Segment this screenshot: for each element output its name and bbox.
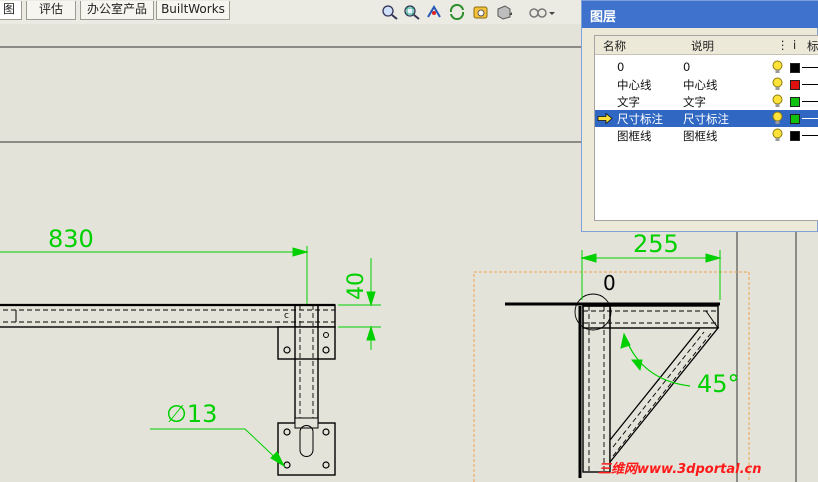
zoom-area-icon[interactable]: [403, 4, 421, 20]
rotate-icon[interactable]: [448, 4, 466, 20]
layer-row-text[interactable]: 文字 文字: [595, 93, 818, 110]
line-style[interactable]: [802, 101, 818, 102]
lightbulb-icon[interactable]: [771, 128, 784, 143]
layers-title-bar[interactable]: 图层: [582, 1, 818, 28]
tab-evaluate[interactable]: 评估: [26, 1, 76, 20]
layer-name: 中心线: [617, 78, 652, 92]
dimension-830[interactable]: 830: [48, 225, 94, 253]
layers-panel: 图层 名称 说明 ⋮ i 标 0 0 中心线 中心线 文字 文字 尺寸标注 尺寸…: [581, 0, 818, 232]
layer-color-swatch[interactable]: [790, 63, 800, 73]
svg-text:c: c: [284, 311, 289, 321]
header-col4[interactable]: 标: [807, 38, 818, 54]
layer-desc: 文字: [683, 95, 706, 109]
layer-color-swatch[interactable]: [790, 114, 800, 124]
watermark: 三维网www.3dportal.cn: [598, 462, 762, 477]
layers-header: 名称 说明 ⋮ i 标: [595, 36, 818, 55]
line-style[interactable]: [802, 118, 818, 119]
layer-desc: 0: [683, 60, 691, 74]
line-style[interactable]: [802, 135, 818, 136]
line-style[interactable]: [802, 67, 818, 68]
front-view: c: [0, 303, 336, 476]
dimension-45-degrees[interactable]: 45°: [697, 370, 740, 398]
tab-builtworks[interactable]: BuiltWorks: [156, 1, 230, 20]
dimension-255[interactable]: 255: [633, 230, 679, 258]
layer-name: 尺寸标注: [617, 112, 663, 126]
tab-office-products[interactable]: 办公室产品: [80, 1, 154, 20]
lightbulb-icon[interactable]: [771, 77, 784, 92]
layer-name: 文字: [617, 95, 640, 109]
line-style[interactable]: [802, 84, 818, 85]
layer-desc: 尺寸标注: [683, 112, 729, 126]
layer-color-swatch[interactable]: [790, 80, 800, 90]
layer-name: 0: [617, 60, 625, 74]
view-settings-icon[interactable]: [528, 4, 556, 20]
display-style-icon[interactable]: [495, 4, 513, 20]
layer-row-0[interactable]: 0 0: [595, 59, 818, 76]
lightbulb-icon[interactable]: [771, 60, 784, 75]
layer-desc: 中心线: [683, 78, 718, 92]
lightbulb-icon[interactable]: [771, 94, 784, 109]
active-layer-arrow-icon: [597, 113, 613, 124]
layer-desc: 图框线: [683, 129, 718, 143]
layer-row-dimension[interactable]: 尺寸标注 尺寸标注: [595, 110, 818, 127]
tab-drawing[interactable]: 图: [0, 1, 22, 20]
zoom-in-out-icon[interactable]: [425, 4, 443, 20]
layer-color-swatch[interactable]: [790, 97, 800, 107]
layer-row-centerline[interactable]: 中心线 中心线: [595, 76, 818, 93]
layer-color-swatch[interactable]: [790, 131, 800, 141]
layer-name: 图框线: [617, 129, 652, 143]
header-name[interactable]: 名称: [603, 38, 626, 54]
lightbulb-icon[interactable]: [771, 111, 784, 126]
layer-row-frame[interactable]: 图框线 图框线: [595, 127, 818, 144]
layers-title: 图层: [590, 10, 617, 25]
header-col3[interactable]: i: [793, 38, 796, 52]
layers-table: 名称 说明 ⋮ i 标 0 0 中心线 中心线 文字 文字 尺寸标注 尺寸标注 …: [594, 35, 818, 221]
zoom-to-fit-icon[interactable]: [381, 4, 399, 20]
dimension-40[interactable]: 40: [344, 272, 369, 300]
header-desc[interactable]: 说明: [691, 38, 714, 54]
dimension-diameter-13[interactable]: ∅13: [166, 400, 217, 428]
annotation-zero[interactable]: 0: [603, 271, 616, 295]
header-sep: ⋮: [777, 38, 789, 52]
pan-icon[interactable]: [472, 4, 490, 20]
